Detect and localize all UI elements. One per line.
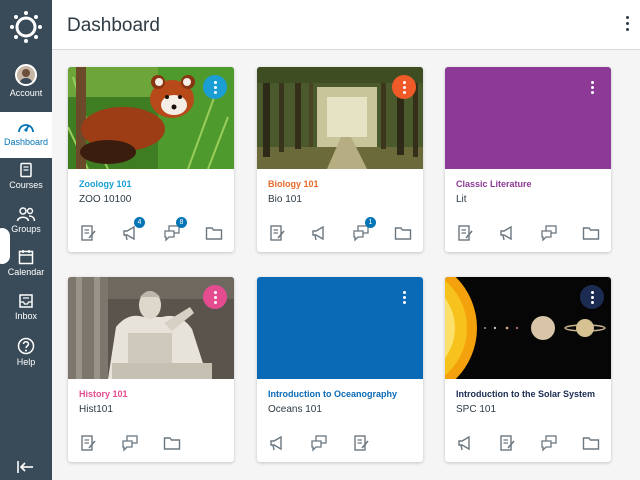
unread-badge: 1 <box>365 217 376 228</box>
calendar-icon <box>18 250 34 265</box>
page-title: Dashboard <box>67 15 160 36</box>
card-action-icons <box>268 434 418 454</box>
card-action-icons: 1 <box>268 217 418 244</box>
dashboard-options-icon[interactable] <box>622 16 632 34</box>
card-action-icons <box>79 434 229 454</box>
files-folder-icon[interactable] <box>582 224 600 242</box>
card-options-icon[interactable] <box>580 75 604 99</box>
files-folder-icon[interactable] <box>205 224 223 242</box>
unread-badge: 4 <box>134 217 145 228</box>
course-code: SPC 101 <box>456 404 497 415</box>
announcements-icon[interactable] <box>268 434 286 452</box>
help-question-icon <box>17 337 35 355</box>
course-code: Bio 101 <box>268 194 302 205</box>
nav-label-help: Help <box>16 357 36 367</box>
nav-item-account[interactable]: Account <box>0 64 52 98</box>
card-options-icon[interactable] <box>580 285 604 309</box>
course-code: Lit <box>456 194 467 205</box>
nav-label-calendar: Calendar <box>7 267 45 277</box>
discussions-icon[interactable] <box>540 434 558 452</box>
course-card-solar-system[interactable]: Introduction to the Solar System SPC 101 <box>445 277 611 462</box>
course-name[interactable]: Zoology 101 <box>79 179 132 189</box>
assignments-icon[interactable] <box>456 224 474 242</box>
courses-book-icon <box>20 162 32 178</box>
card-action-icons <box>456 224 606 244</box>
discussions-icon[interactable] <box>540 224 558 242</box>
course-name[interactable]: Classic Literature <box>456 179 532 189</box>
course-name[interactable]: Biology 101 <box>268 179 319 189</box>
assignments-icon[interactable] <box>268 224 286 242</box>
discussions-icon[interactable]: 8 <box>163 217 187 242</box>
app: Account Dashboard Courses Groups Calenda… <box>0 0 640 480</box>
course-card-history[interactable]: History 101 Hist101 <box>68 277 234 462</box>
announcements-icon[interactable] <box>456 434 474 452</box>
course-card-literature[interactable]: Classic Literature Lit <box>445 67 611 252</box>
course-name[interactable]: Introduction to Oceanography <box>268 389 397 399</box>
nav-label-inbox: Inbox <box>14 311 38 321</box>
card-action-icons <box>456 434 606 454</box>
collapse-nav-icon[interactable] <box>16 460 34 474</box>
edge-handle <box>0 228 10 264</box>
course-name[interactable]: History 101 <box>79 389 128 399</box>
card-options-icon[interactable] <box>392 285 416 309</box>
nav-item-courses[interactable]: Courses <box>0 162 52 190</box>
nav-label-courses: Courses <box>9 180 43 190</box>
groups-people-icon <box>16 207 36 222</box>
course-code: ZOO 10100 <box>79 194 132 205</box>
discussions-icon[interactable]: 1 <box>352 217 376 242</box>
avatar <box>15 64 37 86</box>
nav-item-help[interactable]: Help <box>0 337 52 367</box>
card-action-icons: 4 8 <box>79 217 229 244</box>
course-name[interactable]: Introduction to the Solar System <box>456 389 595 399</box>
discussions-icon[interactable] <box>310 434 328 452</box>
nav-label-account: Account <box>9 88 43 98</box>
card-options-icon[interactable] <box>203 285 227 309</box>
course-card-zoology[interactable]: Zoology 101 ZOO 10100 4 8 <box>68 67 234 252</box>
announcements-icon[interactable] <box>498 224 516 242</box>
nav-label-dashboard: Dashboard <box>3 137 49 147</box>
files-folder-icon[interactable] <box>394 224 412 242</box>
nav-item-dashboard[interactable]: Dashboard <box>0 112 52 158</box>
course-card-biology[interactable]: Biology 101 Bio 101 1 <box>257 67 423 252</box>
unread-badge: 8 <box>176 217 187 228</box>
files-folder-icon[interactable] <box>163 434 181 452</box>
canvas-logo-icon[interactable] <box>9 10 43 44</box>
announcements-icon[interactable]: 4 <box>121 217 145 242</box>
course-card-oceanography[interactable]: Introduction to Oceanography Oceans 101 <box>257 277 423 462</box>
announcements-icon[interactable] <box>310 224 328 242</box>
course-code: Oceans 101 <box>268 404 322 415</box>
dashboard-icon <box>18 124 34 133</box>
inbox-icon <box>19 294 33 308</box>
assignments-icon[interactable] <box>79 434 97 452</box>
card-options-icon[interactable] <box>203 75 227 99</box>
course-code: Hist101 <box>79 404 113 415</box>
assignments-icon[interactable] <box>498 434 516 452</box>
assignments-icon[interactable] <box>79 224 97 242</box>
page-header: Dashboard <box>52 0 640 50</box>
assignments-icon[interactable] <box>352 434 370 452</box>
dashboard-card-grid: Zoology 101 ZOO 10100 4 8 Biology 101 Bi… <box>52 50 640 480</box>
files-folder-icon[interactable] <box>582 434 600 452</box>
nav-item-inbox[interactable]: Inbox <box>0 293 52 321</box>
card-options-icon[interactable] <box>392 75 416 99</box>
discussions-icon[interactable] <box>121 434 139 452</box>
